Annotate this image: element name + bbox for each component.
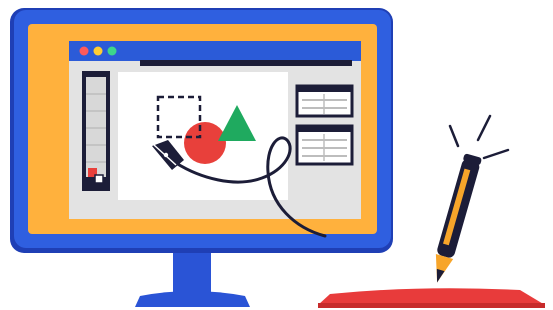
tool-panel-icon	[82, 71, 110, 191]
drawing-tablet-icon	[318, 288, 545, 308]
properties-panel-icon	[295, 124, 354, 166]
close-dot-icon	[79, 46, 89, 56]
properties-panel-icon	[295, 84, 354, 118]
circle-shape-icon	[184, 122, 226, 164]
design-workstation-illustration	[10, 8, 545, 308]
stylus-icon	[435, 153, 482, 283]
spark-lines-icon	[448, 114, 510, 160]
minimize-dot-icon	[93, 46, 103, 56]
maximize-dot-icon	[107, 46, 117, 56]
monitor-stand	[135, 248, 250, 307]
illustration-scene	[0, 0, 553, 310]
